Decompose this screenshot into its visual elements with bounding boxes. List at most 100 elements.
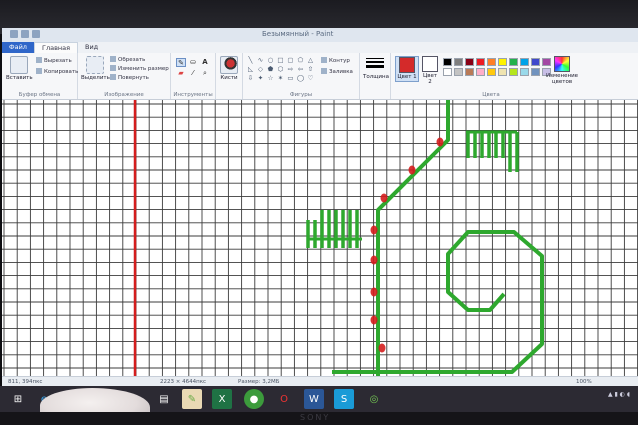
color1-label: Цвет 1 — [397, 74, 417, 80]
arrow-right-shape-icon[interactable]: ⇨ — [286, 65, 295, 73]
color1-swatch — [399, 57, 415, 73]
copy-button[interactable]: Копировать — [36, 68, 78, 75]
red-dot — [370, 225, 378, 235]
outline-icon — [321, 57, 327, 63]
copy-icon — [36, 68, 42, 74]
paste-label: Вставить — [6, 75, 33, 81]
palette-swatch[interactable] — [531, 58, 540, 66]
callout-oval-shape-icon[interactable]: ◯ — [296, 74, 305, 82]
pencil-icon[interactable]: ✎ — [176, 58, 186, 67]
brushes-button[interactable]: Кисти — [218, 56, 240, 81]
brush-icon — [220, 56, 238, 74]
palette-swatch[interactable] — [531, 68, 540, 76]
crop-button[interactable]: Обрезать — [110, 56, 145, 63]
copy-label: Копировать — [44, 69, 79, 75]
excel-icon[interactable]: X — [212, 389, 232, 409]
color-picker-icon[interactable]: ⁄ — [188, 69, 198, 78]
palette-swatch[interactable] — [509, 58, 518, 66]
text-tool-icon[interactable]: A — [200, 58, 210, 67]
right-triangle-shape-icon[interactable]: ◺ — [246, 65, 255, 73]
palette-swatch[interactable] — [487, 68, 496, 76]
color2-label: Цвет 2 — [422, 73, 438, 85]
arrow-down-shape-icon[interactable]: ⇩ — [246, 74, 255, 82]
explorer-icon[interactable]: ▤ — [154, 389, 174, 409]
tab-view[interactable]: Вид — [78, 42, 105, 53]
red-dot — [378, 343, 386, 353]
cut-button[interactable]: Вырезать — [36, 57, 72, 64]
arrow-left-shape-icon[interactable]: ⇦ — [296, 65, 305, 73]
palette-swatch[interactable] — [443, 68, 452, 76]
select-button[interactable]: Выделить — [81, 56, 110, 81]
fill-label: Заливка — [329, 69, 353, 75]
tab-home[interactable]: Главная — [34, 42, 79, 53]
outline-label: Контур — [329, 58, 350, 64]
drawing-canvas[interactable] — [2, 100, 638, 376]
browser-icon[interactable]: ◎ — [364, 389, 384, 409]
ribbon-tabs: Файл Главная Вид — [2, 42, 638, 53]
heart-shape-icon[interactable]: ♡ — [306, 74, 315, 82]
line-shape-icon[interactable]: ╲ — [246, 56, 255, 64]
hexagon-shape-icon[interactable]: ⬡ — [276, 65, 285, 73]
colors-group: Цвет 1 Цвет 2 Изменение цветов Цвета — [391, 53, 591, 99]
triangle-shape-icon[interactable]: △ — [306, 56, 315, 64]
palette-swatch[interactable] — [465, 68, 474, 76]
ribbon: Вставить Вырезать Копировать Буфер обмен… — [2, 53, 638, 100]
diamond-shape-icon[interactable]: ◇ — [256, 65, 265, 73]
color1-button[interactable]: Цвет 1 — [395, 56, 419, 82]
paste-button[interactable]: Вставить — [6, 56, 33, 81]
star4-shape-icon[interactable]: ✦ — [256, 74, 265, 82]
curve-shape-icon[interactable]: ∿ — [256, 56, 265, 64]
save-icon[interactable] — [10, 30, 18, 38]
paint-window: Безымянный - Paint Файл Главная Вид Вста… — [2, 28, 638, 388]
palette-swatch[interactable] — [465, 58, 474, 66]
crop-label: Обрезать — [118, 57, 146, 63]
monitor-bezel-bottom: SONY — [0, 412, 638, 425]
undo-icon[interactable] — [21, 30, 29, 38]
palette-swatch[interactable] — [476, 68, 485, 76]
edit-colors-button[interactable]: Изменение цветов — [543, 56, 581, 85]
resize-icon — [110, 65, 116, 71]
windows-icon[interactable]: ⊞ — [8, 389, 28, 409]
arrow-up-shape-icon[interactable]: ⇧ — [306, 65, 315, 73]
system-tray[interactable]: ▲ ▮ ◐ ◖ — [608, 391, 630, 398]
callout-rect-shape-icon[interactable]: ▭ — [286, 74, 295, 82]
title-bar: Безымянный - Paint — [2, 28, 638, 42]
outline-dropdown[interactable]: Контур — [321, 57, 350, 64]
palette-swatch[interactable] — [520, 68, 529, 76]
skype-icon[interactable]: S — [334, 389, 354, 409]
palette-swatch[interactable] — [509, 68, 518, 76]
palette-swatch[interactable] — [476, 58, 485, 66]
palette-swatch[interactable] — [498, 58, 507, 66]
palette-swatch[interactable] — [498, 68, 507, 76]
size-button[interactable]: Толщина — [363, 56, 389, 80]
palette-swatch[interactable] — [487, 58, 496, 66]
fill-dropdown[interactable]: Заливка — [321, 68, 353, 75]
tab-file[interactable]: Файл — [2, 42, 34, 53]
opera-icon[interactable]: O — [274, 389, 294, 409]
fill-bucket-icon[interactable]: ⛀ — [188, 58, 198, 67]
polygon-shape-icon[interactable]: ⬠ — [296, 56, 305, 64]
rounded-rect-shape-icon[interactable]: ▢ — [286, 56, 295, 64]
canvas-drawing — [2, 100, 638, 376]
paste-icon — [10, 56, 28, 74]
color2-button[interactable]: Цвет 2 — [421, 56, 439, 85]
brushes-label: Кисти — [220, 75, 238, 81]
rotate-button[interactable]: Повернуть — [110, 74, 149, 81]
paint-icon[interactable]: ✎ — [182, 389, 202, 409]
eraser-icon[interactable]: ▰ — [176, 69, 186, 78]
palette-swatch[interactable] — [443, 58, 452, 66]
redo-icon[interactable] — [32, 30, 40, 38]
resize-button[interactable]: Изменить размер — [110, 65, 169, 72]
word-icon[interactable]: W — [304, 389, 324, 409]
palette-swatch[interactable] — [454, 58, 463, 66]
magnifier-icon[interactable]: ⌕ — [200, 69, 210, 78]
chrome-icon[interactable]: ● — [244, 389, 264, 409]
oval-shape-icon[interactable]: ○ — [266, 56, 275, 64]
star5-shape-icon[interactable]: ☆ — [266, 74, 275, 82]
monitor: Безымянный - Paint Файл Главная Вид Вста… — [0, 0, 638, 425]
rectangle-shape-icon[interactable]: □ — [276, 56, 285, 64]
star6-shape-icon[interactable]: ✶ — [276, 74, 285, 82]
palette-swatch[interactable] — [520, 58, 529, 66]
palette-swatch[interactable] — [454, 68, 463, 76]
pentagon-shape-icon[interactable]: ⬟ — [266, 65, 275, 73]
